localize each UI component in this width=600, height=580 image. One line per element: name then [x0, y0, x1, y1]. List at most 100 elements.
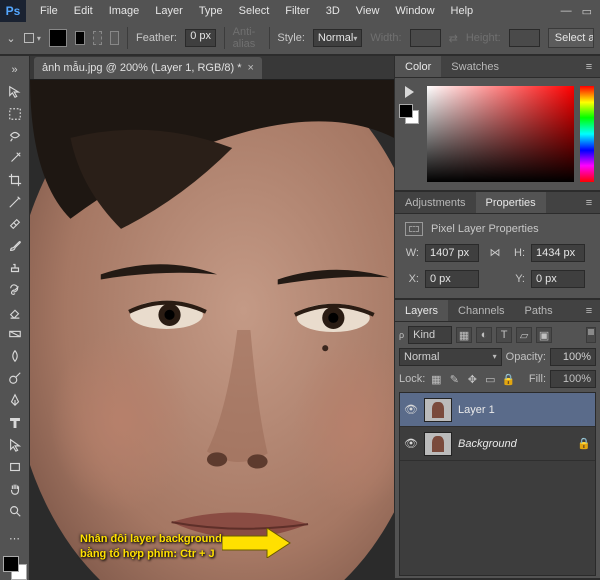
hand-tool[interactable]	[3, 479, 27, 499]
opacity-input[interactable]: 100%	[550, 348, 596, 366]
brush-tool[interactable]	[3, 236, 27, 256]
crop-tool[interactable]	[3, 170, 27, 190]
tab-channels[interactable]: Channels	[448, 300, 514, 321]
gradient-tool[interactable]	[3, 324, 27, 344]
height-input	[509, 29, 540, 47]
fg-bg-swatches[interactable]	[3, 556, 27, 580]
rectangle-tool[interactable]	[3, 457, 27, 477]
color-field[interactable]	[427, 86, 574, 182]
properties-panel: Adjustments Properties ≡ Pixel Layer Pro…	[395, 192, 600, 300]
color-expand-icon[interactable]	[405, 86, 414, 98]
healing-brush-tool[interactable]	[3, 214, 27, 234]
menu-view[interactable]: View	[348, 0, 388, 22]
lasso-tool[interactable]	[3, 126, 27, 146]
tool-preset-dropdown[interactable]: ⌄	[6, 32, 16, 45]
prop-y-label: Y:	[511, 273, 525, 285]
fill-input[interactable]: 100%	[550, 370, 596, 388]
hue-slider[interactable]	[580, 86, 594, 182]
panel-menu-icon[interactable]: ≡	[578, 300, 600, 321]
chevron-down-icon: ▾	[353, 34, 357, 43]
blend-mode-select[interactable]: Normal▾	[399, 348, 502, 366]
menu-edit[interactable]: Edit	[66, 0, 101, 22]
panel-menu-icon[interactable]: ≡	[578, 192, 600, 213]
clone-stamp-tool[interactable]	[3, 258, 27, 278]
history-brush-tool[interactable]	[3, 280, 27, 300]
style-select[interactable]: Normal ▾	[313, 29, 362, 47]
feather-input[interactable]: 0 px	[185, 29, 216, 47]
style-label: Style:	[277, 32, 305, 44]
prop-w-input[interactable]: 1407 px	[425, 244, 479, 262]
chevron-down-icon: ▾	[37, 34, 41, 43]
visibility-toggle-icon[interactable]: 👁	[404, 437, 418, 451]
document-tab[interactable]: ảnh mẫu.jpg @ 200% (Layer 1, RGB/8) * ×	[34, 57, 262, 79]
pen-tool[interactable]	[3, 390, 27, 410]
marquee-preset-icon[interactable]	[24, 33, 34, 43]
lock-transparent-icon[interactable]: ▦	[429, 372, 443, 386]
move-tool[interactable]	[3, 82, 27, 102]
eraser-tool[interactable]	[3, 302, 27, 322]
window-maximize-icon[interactable]: ▭	[582, 5, 592, 18]
menu-window[interactable]: Window	[387, 0, 442, 22]
filter-type-icon[interactable]: T	[496, 327, 512, 343]
menu-3d[interactable]: 3D	[318, 0, 348, 22]
annotation-overlay: Nhân đôi layer background bằng tổ hợp ph…	[80, 532, 222, 562]
menu-filter[interactable]: Filter	[277, 0, 317, 22]
prop-x-input[interactable]: 0 px	[425, 270, 479, 288]
marquee-tool[interactable]	[3, 104, 27, 124]
filter-shape-icon[interactable]: ▱	[516, 327, 532, 343]
visibility-toggle-icon[interactable]: 👁	[404, 403, 418, 417]
select-and-mask-button[interactable]: Select and	[548, 28, 594, 48]
document-canvas[interactable]: Nhân đôi layer background bằng tổ hợp ph…	[30, 80, 394, 580]
magic-wand-tool[interactable]	[3, 148, 27, 168]
lock-position-icon[interactable]: ✥	[465, 372, 479, 386]
layer-thumbnail[interactable]	[424, 398, 452, 422]
layer-thumbnail[interactable]	[424, 432, 452, 456]
link-wh-icon[interactable]: ⋈	[488, 246, 502, 260]
eyedropper-tool[interactable]	[3, 192, 27, 212]
layer-name[interactable]: Background	[458, 438, 571, 450]
filter-adjust-icon[interactable]: ◐	[476, 327, 492, 343]
lock-all-icon[interactable]: 🔒	[501, 372, 515, 386]
tab-swatches[interactable]: Swatches	[441, 56, 509, 77]
annotation-arrow-icon	[222, 528, 292, 558]
tab-color[interactable]: Color	[395, 56, 441, 77]
layer-row[interactable]: 👁 Background 🔒	[400, 427, 595, 461]
tab-properties[interactable]: Properties	[476, 192, 546, 213]
menu-help[interactable]: Help	[443, 0, 482, 22]
zoom-tool[interactable]	[3, 501, 27, 521]
tab-paths[interactable]: Paths	[515, 300, 563, 321]
tab-adjustments[interactable]: Adjustments	[395, 192, 476, 213]
lock-artboard-icon[interactable]: ▭	[483, 372, 497, 386]
dodge-tool[interactable]	[3, 368, 27, 388]
fill-mini-swatch[interactable]	[75, 31, 84, 45]
selection-intersect-icon[interactable]	[93, 31, 102, 45]
menu-layer[interactable]: Layer	[147, 0, 191, 22]
window-minimize-icon[interactable]: —	[561, 5, 572, 17]
menu-file[interactable]: File	[32, 0, 66, 22]
style-value: Normal	[318, 32, 353, 44]
fill-swatch[interactable]	[49, 29, 67, 47]
menu-select[interactable]: Select	[231, 0, 278, 22]
type-tool[interactable]	[3, 413, 27, 433]
menu-image[interactable]: Image	[101, 0, 148, 22]
path-selection-tool[interactable]	[3, 435, 27, 455]
lock-pixels-icon[interactable]: ✎	[447, 372, 461, 386]
layer-name[interactable]: Layer 1	[458, 404, 591, 416]
blur-tool[interactable]	[3, 346, 27, 366]
prop-y-input[interactable]: 0 px	[531, 270, 585, 288]
panel-menu-icon[interactable]: ≡	[578, 56, 600, 77]
tab-layers[interactable]: Layers	[395, 300, 448, 321]
filter-toggle[interactable]	[586, 327, 596, 343]
menu-type[interactable]: Type	[191, 0, 231, 22]
filter-smart-icon[interactable]: ▣	[536, 327, 552, 343]
layer-row[interactable]: 👁 Layer 1	[400, 393, 595, 427]
layer-filter-kind[interactable]: Kind	[408, 326, 452, 344]
color-fgbg-swatch[interactable]	[399, 104, 419, 124]
edit-toolbar-icon[interactable]: ⋯	[3, 528, 27, 548]
selection-subtract-icon[interactable]	[110, 31, 119, 45]
collapse-tools-icon[interactable]: »	[3, 60, 27, 80]
filter-pixel-icon[interactable]: ▦	[456, 327, 472, 343]
foreground-color-swatch[interactable]	[3, 556, 19, 572]
close-tab-icon[interactable]: ×	[248, 57, 254, 79]
prop-h-input[interactable]: 1434 px	[531, 244, 585, 262]
